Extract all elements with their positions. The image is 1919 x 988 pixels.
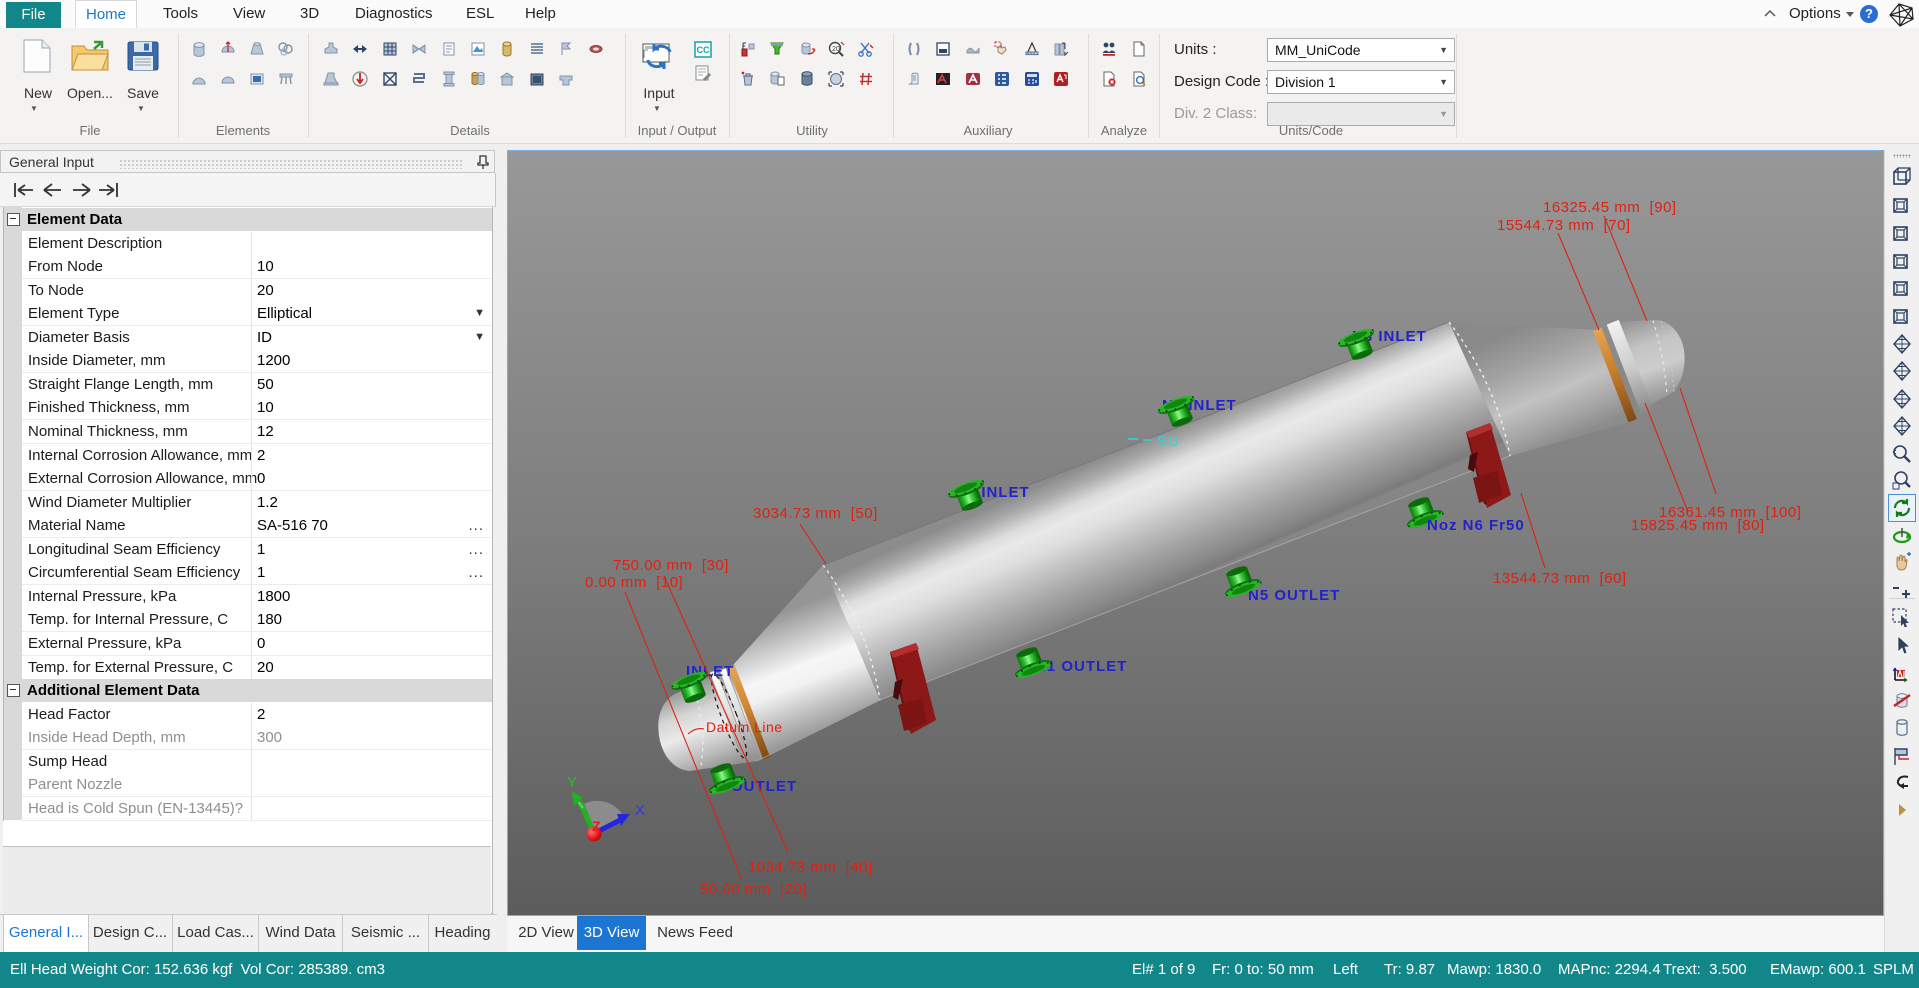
svg-text:X: X xyxy=(635,802,645,819)
svg-text:Noz N6 Fr50: Noz N6 Fr50 xyxy=(1427,517,1525,534)
svg-text:SU: SU xyxy=(1157,433,1180,450)
svg-text:13544.73 mm [60]: 13544.73 mm [60] xyxy=(1493,570,1627,587)
svg-text:15544.73 mm [70]: 15544.73 mm [70] xyxy=(1497,217,1631,234)
svg-text:15825.45 mm [80]: 15825.45 mm [80] xyxy=(1631,517,1765,534)
svg-text:Z: Z xyxy=(592,818,601,834)
svg-text:20: 20 xyxy=(832,46,840,53)
svg-text:3034.73 mm [50]: 3034.73 mm [50] xyxy=(753,505,878,522)
svg-text:N5 OUTLET: N5 OUTLET xyxy=(1248,587,1340,604)
svg-text:750.00 mm [30]: 750.00 mm [30] xyxy=(613,557,729,574)
svg-text:50.00 mm [20]: 50.00 mm [20] xyxy=(700,881,807,898)
svg-text:Y: Y xyxy=(567,774,577,791)
svg-text:1034.73 mm [40]: 1034.73 mm [40] xyxy=(748,859,873,876)
svg-text:Datum Line: Datum Line xyxy=(706,719,783,735)
svg-text:0.00 mm [10]: 0.00 mm [10] xyxy=(585,574,683,591)
svg-text:CC: CC xyxy=(697,45,710,55)
svg-text:16325.45 mm [90]: 16325.45 mm [90] xyxy=(1543,199,1677,216)
